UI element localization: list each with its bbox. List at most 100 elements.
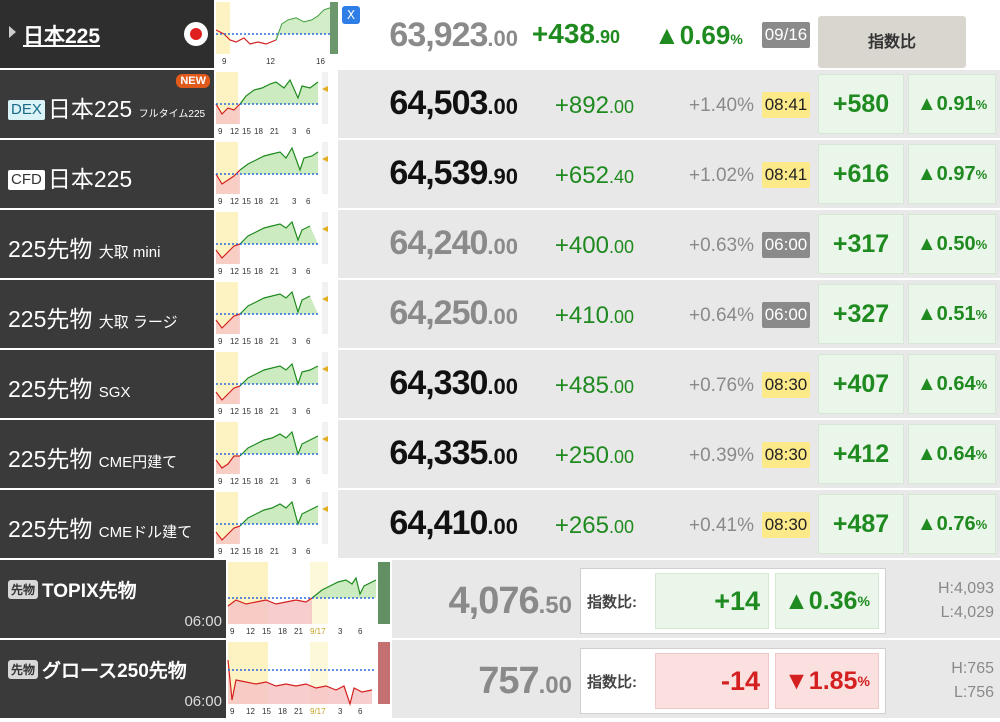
futures-compare-pct: ▲0.36% — [775, 573, 879, 629]
row-chart-tick: 9 — [218, 547, 223, 556]
row-name-main: 225先物 — [8, 306, 93, 332]
row-chart-tick: 21 — [270, 197, 279, 206]
row-change: +892.00 — [538, 92, 634, 120]
row-chart-tick: 3 — [292, 337, 297, 346]
row-chart-tick: 12 — [230, 477, 239, 486]
row-name[interactable]: CFD 日本225 — [8, 160, 132, 194]
row-compare-cell: +616 ▲0.97% — [816, 140, 1000, 210]
row-data-cell: 64,410.00 +265.00 +0.41% 08:30 — [338, 490, 816, 560]
row-chart-tick: 12 — [230, 547, 239, 556]
header-name-cell[interactable]: 日本225 — [0, 0, 214, 70]
market-row[interactable]: NEW DEX 日本225 フルタイム225 9 12 15 18 21 3 6 64,503… — [0, 70, 1000, 140]
row-chart-tick: 9 — [218, 407, 223, 416]
row-price-dec: .00 — [487, 374, 518, 399]
futures-name-text: グロース250先物 — [42, 661, 187, 682]
row-chart-tick: 12 — [230, 127, 239, 136]
futures-pill: 先物 — [8, 580, 39, 599]
futures-name-cell[interactable]: 先物 グロース250先物 06:00 — [0, 640, 226, 720]
market-row[interactable]: CFD日本225 91215182136 64,539.90 +6 — [0, 140, 1000, 210]
row-change-int: +265 — [554, 512, 609, 539]
expand-triangle-icon[interactable] — [9, 26, 16, 38]
futures-row[interactable]: 先物 TOPIX先物 06:00 9 12 15 18 21 9/17 3 6 4,076.50… — [0, 560, 1000, 640]
row-name-cell[interactable]: 225先物 CME円建て — [0, 420, 214, 490]
market-row[interactable]: 225先物 SGX 91215182136 64,330.00 +4 — [0, 350, 1000, 420]
futures-low: L:4,029 — [940, 604, 994, 621]
row-compare-abs: +317 — [818, 214, 904, 274]
row-sparkline: 9 12 15 18 21 3 6 — [215, 212, 328, 276]
row-chart-tick: 15 — [242, 547, 251, 556]
row-name-cell[interactable]: 225先物 CMEドル建て — [0, 490, 214, 560]
futures-compare-label: 指数比: — [587, 594, 637, 611]
row-chart-tick: 6 — [306, 337, 311, 346]
row-compare-cell: +317 ▲0.50% — [816, 210, 1000, 280]
row-change-int: +892 — [554, 92, 609, 119]
x-share-icon[interactable]: X — [342, 6, 360, 24]
row-data-cell: 64,330.00 +485.00 +0.76% 08:30 — [338, 350, 816, 420]
futures-name-cell[interactable]: 先物 TOPIX先物 06:00 — [0, 560, 226, 640]
row-name[interactable]: 225先物 CMEドル建て — [8, 510, 192, 544]
row-price: 64,410.00 — [368, 504, 518, 543]
row-name-cell[interactable]: 225先物 SGX — [0, 350, 214, 420]
market-row[interactable]: 225先物 大取 mini 9 12 15 18 21 3 6 64,240.00 — [0, 210, 1000, 280]
row-name[interactable]: 225先物 SGX — [8, 370, 130, 404]
row-time: 08:30 — [762, 512, 810, 538]
row-name-cell[interactable]: 225先物 大取 ラージ — [0, 280, 214, 350]
row-sparkline: 9 12 15 18 21 3 6 — [215, 492, 328, 556]
futures-data-cell: 4,076.50 指数比: +14 ▲0.36% H:4,093 L:4,029 — [392, 560, 1000, 640]
futures-chart-tick: 18 — [278, 707, 287, 716]
row-compare-pct-value: ▲0.64 — [916, 372, 976, 395]
row-change-dec: .00 — [608, 307, 634, 327]
market-row[interactable]: 225先物 CMEドル建て 9 12 15 18 21 3 6 64,410.00 — [0, 490, 1000, 560]
futures-chart-tick: 6 — [358, 707, 363, 716]
row-price-int: 64,250 — [389, 294, 488, 332]
row-change-dec: .00 — [608, 517, 634, 537]
futures-row[interactable]: 先物 グロース250先物 06:00 9 12 15 18 21 9/17 3 6 757.00… — [0, 640, 1000, 720]
row-chart-tick: 9 — [218, 197, 223, 206]
row-name-cell[interactable]: CFD 日本225 — [0, 140, 214, 210]
futures-chart-tick: 15 — [262, 707, 271, 716]
row-chart-tick: 15 — [242, 337, 251, 346]
row-name-cell[interactable]: NEW DEX 日本225 フルタイム225 — [0, 70, 214, 140]
row-price-dec: .00 — [487, 234, 518, 259]
row-pct: +1.02% — [689, 165, 754, 186]
row-chart-tick: 3 — [292, 547, 297, 556]
header-sparkline: 9 12 16 — [215, 2, 338, 66]
row-change-dec: .00 — [608, 237, 634, 257]
futures-name[interactable]: 先物 TOPIX先物 — [8, 576, 137, 603]
row-compare-pct-value: ▲0.76 — [916, 512, 976, 535]
row-compare-pct: ▲0.64% — [908, 354, 996, 414]
futures-chart-tick: 21 — [294, 627, 303, 636]
row-name-sub: SGX — [98, 384, 131, 401]
futures-high: H:765 — [951, 660, 994, 677]
futures-compare-abs: -14 — [655, 653, 769, 709]
row-chart-tick: 15 — [242, 267, 251, 276]
row-name[interactable]: DEX 日本225 フルタイム225 — [8, 90, 205, 124]
row-name[interactable]: 225先物 CME円建て — [8, 440, 177, 474]
row-compare-pct-unit: % — [975, 166, 988, 182]
row-chart-tick: 3 — [292, 197, 297, 206]
market-row[interactable]: 225先物 CME円建て 91215182136 64,335.00 — [0, 420, 1000, 490]
row-price: 64,503.00 — [368, 84, 518, 123]
row-name-cell[interactable]: 225先物 大取 mini — [0, 210, 214, 280]
row-chart-tick: 18 — [254, 337, 263, 346]
header-compare-cell: 指数比 — [816, 0, 1000, 70]
row-name[interactable]: 225先物 大取 mini — [8, 230, 160, 264]
row-price-int: 64,330 — [389, 364, 488, 402]
futures-chart-tick: 18 — [278, 627, 287, 636]
row-chart-tick: 9 — [218, 477, 223, 486]
header-title[interactable]: 日本225 — [23, 20, 100, 50]
row-price-int: 64,503 — [389, 84, 488, 122]
row-pct: +1.40% — [689, 95, 754, 116]
record-dot-icon[interactable] — [184, 22, 208, 46]
row-chart-tick: 6 — [306, 127, 311, 136]
row-price-dec: .00 — [487, 304, 518, 329]
market-row[interactable]: 225先物 大取 ラージ 91215182136 64,250.00 — [0, 280, 1000, 350]
row-chart-tick: 12 — [230, 407, 239, 416]
row-chart-tick: 6 — [306, 407, 311, 416]
header-pct-value: ▲0.69 — [654, 20, 731, 50]
row-chart-tick: 6 — [306, 547, 311, 556]
row-name[interactable]: 225先物 大取 ラージ — [8, 300, 178, 334]
row-chart-tick: 12 — [230, 197, 239, 206]
row-compare-pct-value: ▲0.51 — [916, 302, 976, 325]
futures-name[interactable]: 先物 グロース250先物 — [8, 656, 187, 683]
